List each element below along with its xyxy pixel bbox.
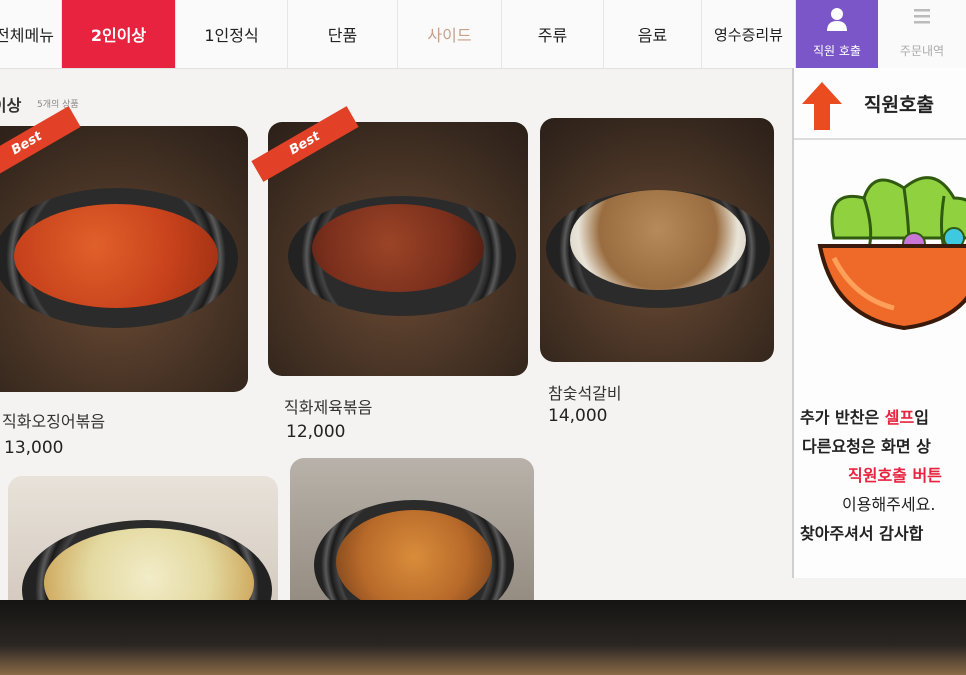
line-highlight: 직원호출 버튼 xyxy=(848,466,942,485)
product-price: 14,000 xyxy=(548,406,608,426)
tab-label: 2인이상 xyxy=(90,26,147,45)
tab-label: 전체메뉴 xyxy=(0,26,54,45)
order-history-button[interactable]: 주문내역 xyxy=(878,0,966,68)
panel-message: 추가 반찬은 셀프입 다른요청은 화면 상 직원호출 버튼 이용해주세요. 찾아… xyxy=(794,403,966,548)
info-panel: 직원호출 추가 반찬은 셀프입 다른요청은 화면 상 직원호출 버튼 이용해주세… xyxy=(792,68,966,578)
tab-single-set[interactable]: 1인정식 xyxy=(176,0,288,68)
product-name: 참숯석갈비 xyxy=(548,384,622,403)
message-line: 추가 반찬은 셀프입 xyxy=(794,403,966,432)
kiosk-screen: 전체메뉴 2인이상 1인정식 단품 사이드 주류 음료 영수증리뷰 직원 호출 … xyxy=(0,0,966,600)
tab-label: 단품 xyxy=(327,26,358,45)
category-title: 2인이상 xyxy=(0,96,22,115)
up-arrow-icon xyxy=(802,82,842,130)
staff-call-label: 직원 호출 xyxy=(813,44,861,58)
product-photo xyxy=(268,122,528,376)
monitor-bezel xyxy=(0,600,966,675)
line-text: 추가 반찬은 xyxy=(800,408,885,427)
message-line: 찾아주셔서 감사합 xyxy=(794,519,966,548)
tab-label: 주류 xyxy=(537,26,568,45)
product-photo xyxy=(0,126,248,392)
line-text: 입 xyxy=(914,408,929,427)
tab-side[interactable]: 사이드 xyxy=(398,0,502,68)
panel-header: 직원호출 xyxy=(794,68,966,140)
panel-title: 직원호출 xyxy=(864,94,934,116)
category-nav: 전체메뉴 2인이상 1인정식 단품 사이드 주류 음료 영수증리뷰 직원 호출 … xyxy=(0,0,966,69)
tab-drinks[interactable]: 음료 xyxy=(604,0,702,68)
tab-all-menu[interactable]: 전체메뉴 xyxy=(0,0,62,68)
tab-label: 1인정식 xyxy=(204,26,259,45)
line-text: 다른요청은 화면 상 xyxy=(802,437,931,456)
product-name: 직화오징어볶음 xyxy=(2,412,106,431)
person-icon xyxy=(796,6,878,36)
message-line: 다른요청은 화면 상 xyxy=(794,432,966,461)
salad-bowl-icon xyxy=(817,176,966,331)
tab-label: 영수증리뷰 xyxy=(713,25,783,44)
product-price: 12,000 xyxy=(286,422,346,442)
tab-two-plus[interactable]: 2인이상 xyxy=(62,0,176,68)
product-photo xyxy=(290,458,534,600)
tab-label: 음료 xyxy=(637,26,668,45)
menu-icon xyxy=(878,6,966,30)
line-text: 이용해주세요. xyxy=(842,495,936,514)
tab-single-item[interactable]: 단품 xyxy=(288,0,398,68)
message-line: 직원호출 버튼 xyxy=(794,461,966,490)
product-price: 13,000 xyxy=(4,438,64,458)
product-photo xyxy=(8,476,278,600)
order-history-label: 주문내역 xyxy=(899,44,945,58)
staff-call-button[interactable]: 직원 호출 xyxy=(796,0,878,68)
product-name: 직화제육볶음 xyxy=(284,398,373,417)
message-line: 이용해주세요. xyxy=(794,490,966,519)
tab-label: 사이드 xyxy=(427,26,472,45)
line-highlight: 셀프 xyxy=(884,408,915,427)
tab-receipt-review[interactable]: 영수증리뷰 xyxy=(702,0,796,68)
line-text: 찾아주셔서 감사합 xyxy=(800,524,924,543)
category-count: 5개의 상품 xyxy=(37,100,79,110)
product-photo xyxy=(540,118,774,362)
tab-liquor[interactable]: 주류 xyxy=(502,0,604,68)
